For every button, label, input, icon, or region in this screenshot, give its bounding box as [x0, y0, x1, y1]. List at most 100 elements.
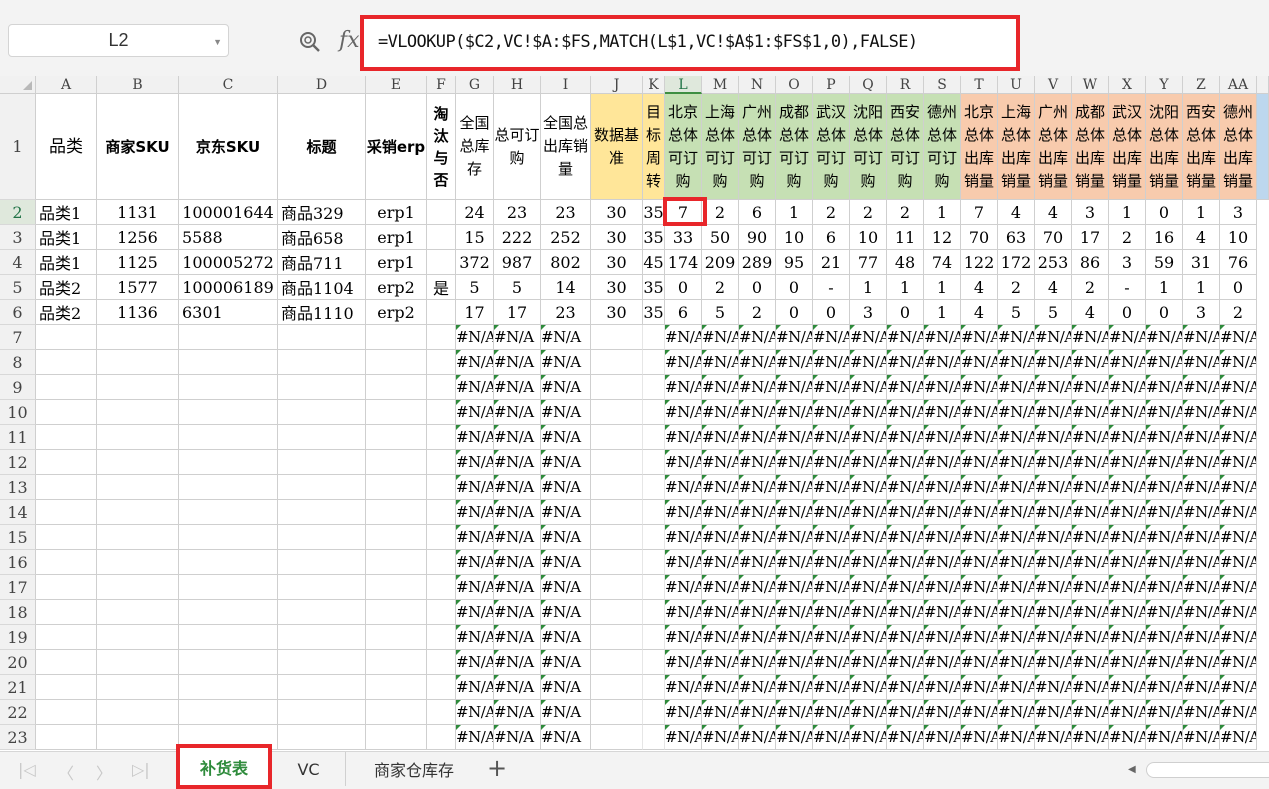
- na-cell[interactable]: #N/A: [1220, 725, 1257, 750]
- na-cell[interactable]: #N/A: [1072, 350, 1109, 375]
- empty-cell[interactable]: [591, 425, 643, 450]
- na-cell[interactable]: #N/A: [739, 425, 776, 450]
- na-cell[interactable]: #N/A: [702, 550, 739, 575]
- na-cell[interactable]: #N/A: [776, 375, 813, 400]
- na-cell[interactable]: #N/A: [494, 375, 541, 400]
- na-cell[interactable]: #N/A: [456, 350, 494, 375]
- header-cell-ab[interactable]: [1257, 94, 1269, 200]
- na-cell[interactable]: #N/A: [776, 500, 813, 525]
- na-cell[interactable]: #N/A: [1146, 600, 1183, 625]
- na-cell[interactable]: #N/A: [1183, 375, 1220, 400]
- na-cell[interactable]: #N/A: [1183, 475, 1220, 500]
- empty-cell[interactable]: [179, 675, 278, 700]
- empty-cell[interactable]: [97, 650, 179, 675]
- column-header-y[interactable]: Y: [1146, 76, 1183, 94]
- na-cell[interactable]: #N/A: [1035, 475, 1072, 500]
- empty-cell[interactable]: [427, 325, 456, 350]
- na-cell[interactable]: #N/A: [1220, 500, 1257, 525]
- row-header-8[interactable]: 8: [0, 350, 36, 375]
- table-cell[interactable]: 252: [541, 225, 591, 250]
- na-cell[interactable]: #N/A: [665, 350, 702, 375]
- na-cell[interactable]: #N/A: [850, 575, 887, 600]
- na-cell[interactable]: #N/A: [541, 325, 591, 350]
- na-cell[interactable]: #N/A: [924, 475, 961, 500]
- empty-cell[interactable]: [643, 500, 665, 525]
- na-cell[interactable]: #N/A: [1220, 700, 1257, 725]
- na-cell[interactable]: #N/A: [702, 375, 739, 400]
- na-cell[interactable]: #N/A: [850, 725, 887, 750]
- empty-cell[interactable]: [278, 475, 366, 500]
- header-cell-a[interactable]: 品类: [36, 94, 97, 200]
- na-cell[interactable]: #N/A: [887, 400, 924, 425]
- empty-cell[interactable]: [427, 600, 456, 625]
- na-cell[interactable]: #N/A: [1146, 400, 1183, 425]
- na-cell[interactable]: #N/A: [1146, 450, 1183, 475]
- empty-cell[interactable]: [36, 550, 97, 575]
- na-cell[interactable]: #N/A: [494, 350, 541, 375]
- empty-cell[interactable]: [427, 425, 456, 450]
- na-cell[interactable]: #N/A: [456, 525, 494, 550]
- na-cell[interactable]: #N/A: [702, 425, 739, 450]
- empty-cell[interactable]: [97, 575, 179, 600]
- na-cell[interactable]: #N/A: [924, 650, 961, 675]
- na-cell[interactable]: #N/A: [1109, 425, 1146, 450]
- na-cell[interactable]: #N/A: [1146, 575, 1183, 600]
- na-cell[interactable]: #N/A: [494, 700, 541, 725]
- na-cell[interactable]: #N/A: [1220, 375, 1257, 400]
- na-cell[interactable]: #N/A: [776, 550, 813, 575]
- add-sheet-icon[interactable]: +: [487, 754, 507, 782]
- na-cell[interactable]: #N/A: [541, 400, 591, 425]
- na-cell[interactable]: #N/A: [739, 475, 776, 500]
- na-cell[interactable]: #N/A: [961, 625, 998, 650]
- table-cell[interactable]: 7: [961, 200, 998, 225]
- table-cell[interactable]: 30: [591, 250, 643, 275]
- empty-cell[interactable]: [366, 400, 427, 425]
- table-cell[interactable]: 372: [456, 250, 494, 275]
- na-cell[interactable]: #N/A: [1035, 650, 1072, 675]
- empty-cell[interactable]: [427, 475, 456, 500]
- na-cell[interactable]: #N/A: [887, 700, 924, 725]
- na-cell[interactable]: #N/A: [887, 725, 924, 750]
- empty-cell[interactable]: [97, 400, 179, 425]
- column-header-a[interactable]: A: [36, 76, 97, 94]
- select-all-corner[interactable]: [0, 76, 36, 94]
- row-header-18[interactable]: 18: [0, 600, 36, 625]
- empty-cell[interactable]: [36, 350, 97, 375]
- header-cell-g[interactable]: 全国总库存: [456, 94, 494, 200]
- na-cell[interactable]: #N/A: [1220, 625, 1257, 650]
- na-cell[interactable]: #N/A: [665, 625, 702, 650]
- column-header-h[interactable]: H: [494, 76, 541, 94]
- header-cell-l[interactable]: 北京总体可订购: [665, 94, 702, 200]
- na-cell[interactable]: #N/A: [813, 425, 850, 450]
- header-cell-j[interactable]: 数据基准: [591, 94, 643, 200]
- na-cell[interactable]: #N/A: [1109, 500, 1146, 525]
- column-header-f[interactable]: F: [427, 76, 456, 94]
- na-cell[interactable]: #N/A: [887, 450, 924, 475]
- table-cell[interactable]: 品类2: [36, 300, 97, 325]
- na-cell[interactable]: #N/A: [1035, 450, 1072, 475]
- na-cell[interactable]: #N/A: [1072, 700, 1109, 725]
- na-cell[interactable]: #N/A: [494, 525, 541, 550]
- na-cell[interactable]: #N/A: [456, 650, 494, 675]
- empty-cell[interactable]: [427, 400, 456, 425]
- table-cell[interactable]: 289: [739, 250, 776, 275]
- na-cell[interactable]: #N/A: [924, 550, 961, 575]
- na-cell[interactable]: #N/A: [1072, 375, 1109, 400]
- na-cell[interactable]: #N/A: [494, 575, 541, 600]
- empty-cell[interactable]: [97, 425, 179, 450]
- na-cell[interactable]: #N/A: [850, 675, 887, 700]
- column-header-z[interactable]: Z: [1183, 76, 1220, 94]
- na-cell[interactable]: #N/A: [924, 525, 961, 550]
- empty-cell[interactable]: [591, 725, 643, 750]
- na-cell[interactable]: #N/A: [494, 675, 541, 700]
- na-cell[interactable]: #N/A: [702, 600, 739, 625]
- na-cell[interactable]: #N/A: [998, 475, 1035, 500]
- table-cell[interactable]: [427, 300, 456, 325]
- empty-cell[interactable]: [643, 600, 665, 625]
- na-cell[interactable]: #N/A: [1109, 625, 1146, 650]
- na-cell[interactable]: #N/A: [1072, 450, 1109, 475]
- na-cell[interactable]: #N/A: [494, 325, 541, 350]
- empty-cell[interactable]: [366, 700, 427, 725]
- header-cell-x[interactable]: 武汉总体出库销量: [1109, 94, 1146, 200]
- empty-cell[interactable]: [278, 700, 366, 725]
